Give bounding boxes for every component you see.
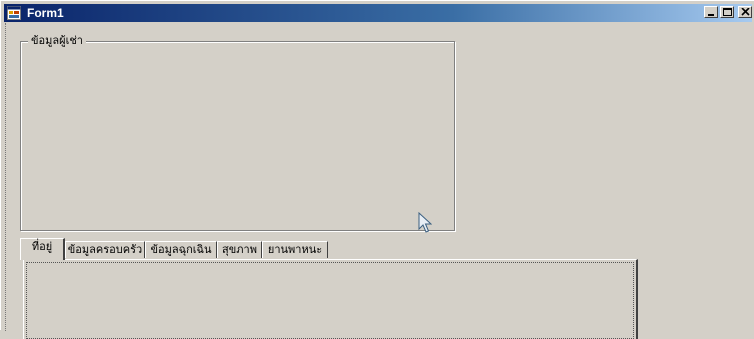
tab-label: สุขภาพ: [222, 243, 257, 256]
tab-label: ที่อยู่: [31, 240, 53, 253]
tab-address[interactable]: ที่อยู่: [20, 238, 65, 260]
tab-label: ข้อมูลฉุกเฉิน: [150, 243, 212, 256]
maximize-button[interactable]: [720, 6, 734, 18]
close-button[interactable]: [738, 6, 752, 18]
tab-label: ยานพาหนะ: [267, 243, 323, 256]
tab-label: ข้อมูลครอบครัว: [67, 243, 143, 256]
arrow-cursor-icon: [418, 212, 432, 233]
tab-panel-focus-border: [26, 262, 634, 339]
maximize-icon: [723, 8, 732, 16]
groupbox-legend: ข้อมูลผู้เช่า: [28, 34, 86, 48]
tenant-info-groupbox: ข้อมูลผู้เช่า: [20, 34, 455, 231]
tab-health[interactable]: สุขภาพ: [217, 241, 262, 258]
close-icon: [741, 8, 750, 16]
tab-vehicle[interactable]: ยานพาหนะ: [262, 241, 328, 258]
tab-panel: [23, 259, 638, 339]
minimize-icon: [708, 14, 714, 16]
form-left-edge: [5, 23, 7, 331]
title-bar[interactable]: Form1: [4, 4, 752, 22]
tab-family-info[interactable]: ข้อมูลครอบครัว: [65, 241, 145, 258]
tab-emergency-info[interactable]: ข้อมูลฉุกเฉิน: [145, 241, 217, 258]
form-icon[interactable]: [7, 6, 21, 20]
form-window: Form1 ข้อมูลผู้เช่า ที่อยู่ ข้อมูลครอบคร…: [0, 0, 754, 339]
window-title: Form1: [27, 6, 64, 20]
minimize-button[interactable]: [704, 6, 718, 18]
